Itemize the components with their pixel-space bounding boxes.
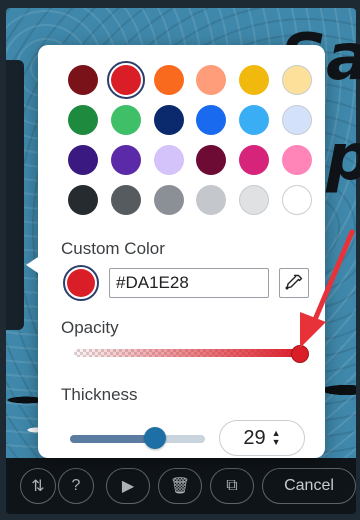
swatch-grid: [68, 61, 312, 215]
copy-icon: ⧉: [226, 477, 238, 494]
popover-pointer: [26, 257, 38, 273]
help-button[interactable]: ?: [58, 468, 94, 504]
color-swatch[interactable]: [239, 185, 270, 215]
thickness-slider-fill: [70, 435, 156, 443]
opacity-slider-track[interactable]: [74, 349, 300, 357]
color-swatch[interactable]: [281, 105, 312, 135]
thickness-value: 29: [243, 426, 266, 449]
stepper-arrows-icon[interactable]: ▲ ▼: [272, 429, 281, 447]
color-swatch[interactable]: [110, 105, 141, 135]
color-swatch[interactable]: [68, 145, 98, 175]
color-swatch[interactable]: [281, 185, 312, 215]
play-button[interactable]: ▶: [106, 468, 150, 504]
color-swatch[interactable]: [281, 145, 312, 175]
copy-button[interactable]: ⧉: [210, 468, 254, 504]
thickness-label: Thickness: [61, 385, 138, 404]
thickness-stepper[interactable]: 29 ▲ ▼: [219, 420, 305, 456]
bottom-toolbar: ⇅ ? ▶ 🗑 ⧉ Cancel: [6, 458, 356, 514]
color-swatch[interactable]: [153, 65, 184, 95]
cancel-button[interactable]: Cancel: [262, 468, 356, 504]
color-swatch[interactable]: [281, 65, 312, 95]
eyedropper-icon: [285, 274, 303, 290]
custom-color-row: [61, 265, 313, 301]
help-icon: ?: [71, 477, 81, 494]
color-swatch[interactable]: [153, 145, 184, 175]
eyedropper-button[interactable]: [279, 268, 309, 298]
color-swatch[interactable]: [196, 105, 227, 135]
color-swatch[interactable]: [153, 185, 184, 215]
color-swatch[interactable]: [106, 61, 145, 99]
sort-button[interactable]: ⇅: [20, 468, 56, 504]
color-swatch[interactable]: [110, 145, 141, 175]
color-preview-dot: [67, 269, 95, 297]
color-picker-popover: Custom Color Opacity Thickness 29 ▲ ▼: [38, 45, 325, 458]
color-swatch[interactable]: [196, 185, 227, 215]
color-swatch[interactable]: [239, 145, 270, 175]
color-swatch[interactable]: [68, 105, 98, 135]
color-swatch[interactable]: [68, 185, 98, 215]
color-swatch[interactable]: [196, 65, 227, 95]
color-swatch[interactable]: [196, 145, 227, 175]
side-panel-edge: [6, 60, 24, 330]
color-swatch[interactable]: [239, 65, 270, 95]
thickness-slider-thumb[interactable]: [144, 427, 167, 449]
custom-color-label: Custom Color: [61, 239, 165, 258]
hex-color-input[interactable]: [109, 268, 269, 298]
play-icon: ▶: [121, 478, 135, 495]
opacity-slider-thumb[interactable]: [292, 346, 308, 362]
thickness-slider-track[interactable]: [70, 435, 205, 443]
sort-icon: ⇅: [31, 478, 45, 495]
color-swatch[interactable]: [110, 185, 141, 215]
trash-button[interactable]: 🗑: [158, 468, 202, 504]
color-swatch[interactable]: [68, 65, 98, 95]
color-swatch[interactable]: [239, 105, 270, 135]
custom-color-preview[interactable]: [63, 265, 99, 301]
trash-icon: 🗑: [169, 478, 191, 495]
stepper-down-icon[interactable]: ▼: [272, 438, 281, 447]
opacity-label: Opacity: [61, 318, 119, 337]
color-swatch[interactable]: [153, 105, 184, 135]
